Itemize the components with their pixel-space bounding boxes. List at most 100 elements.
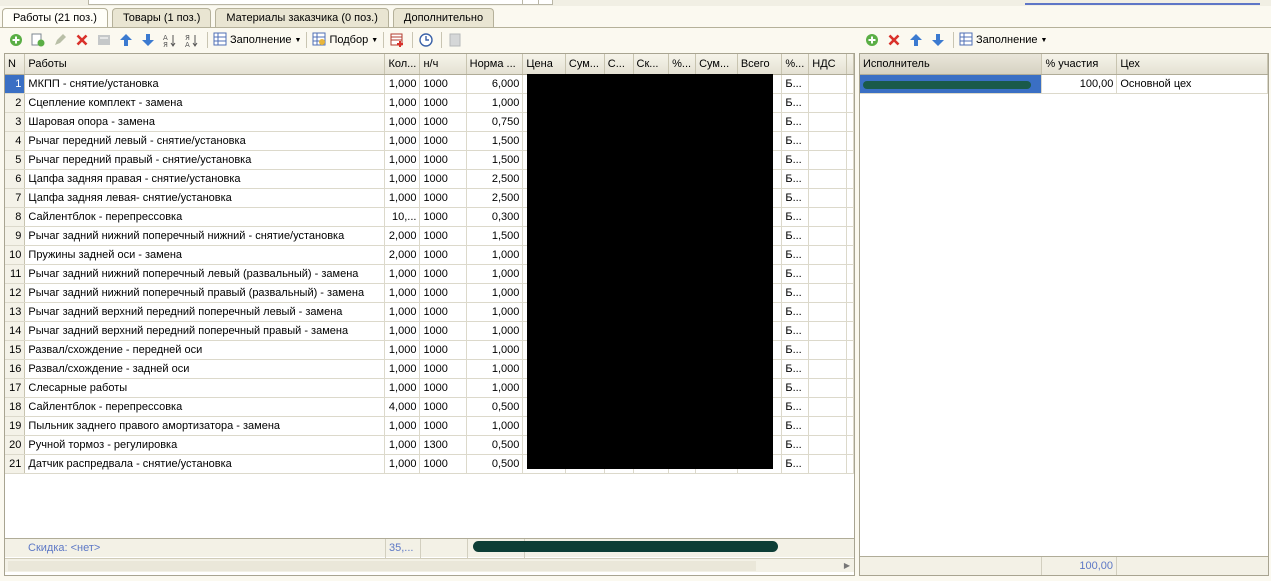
add-button[interactable] <box>6 31 26 49</box>
work-name-cell[interactable]: Ручной тормоз - регулировка <box>24 435 386 455</box>
top-field[interactable] <box>88 0 553 5</box>
column-header-12[interactable]: %... <box>781 54 810 75</box>
hour-rate-cell[interactable]: 1000 <box>419 302 467 322</box>
extra-cell[interactable] <box>846 131 854 151</box>
extra-cell[interactable] <box>846 435 854 455</box>
row-number-cell[interactable]: 21 <box>5 454 26 474</box>
work-name-cell[interactable]: Рычаг передний правый - снятие/установка <box>24 150 386 170</box>
top-field-button-2[interactable] <box>538 0 553 5</box>
row-number-cell[interactable]: 18 <box>5 397 26 417</box>
vat-cell[interactable] <box>808 416 847 436</box>
norm-cell[interactable]: 0,300 <box>466 207 524 227</box>
column-header-8[interactable]: Ск... <box>633 54 670 75</box>
hour-rate-cell[interactable]: 1000 <box>419 207 467 227</box>
vat-cell[interactable] <box>808 169 847 189</box>
norm-cell[interactable]: 0,500 <box>466 454 524 474</box>
extra-cell[interactable] <box>846 454 854 474</box>
works-horizontal-scrollbar[interactable]: ◀ ▶ <box>5 558 854 572</box>
hour-rate-cell[interactable]: 1000 <box>419 397 467 417</box>
vat-cell[interactable] <box>808 226 847 246</box>
quantity-cell[interactable]: 1,000 <box>384 359 421 379</box>
tab-goods[interactable]: Товары (1 поз.) <box>111 8 212 27</box>
executor-delete-button[interactable] <box>884 31 904 49</box>
work-name-cell[interactable]: Рычаг передний левый - снятие/установка <box>24 131 386 151</box>
scrollbar-thumb[interactable] <box>8 561 756 571</box>
executor-shop-cell[interactable]: Основной цех <box>1116 74 1268 94</box>
quantity-cell[interactable]: 1,000 <box>384 188 421 208</box>
extra-cell[interactable] <box>846 169 854 189</box>
hour-rate-cell[interactable]: 1000 <box>419 150 467 170</box>
quantity-cell[interactable]: 1,000 <box>384 340 421 360</box>
move-up-button[interactable] <box>116 31 136 49</box>
hour-rate-cell[interactable]: 1000 <box>419 188 467 208</box>
vat-rate-cell[interactable]: Б... <box>781 93 810 113</box>
add-from-list-button[interactable] <box>387 31 407 49</box>
row-number-cell[interactable]: 12 <box>5 283 26 303</box>
vat-rate-cell[interactable]: Б... <box>781 245 810 265</box>
column-header-executor[interactable]: Исполнитель <box>860 54 1043 75</box>
vat-rate-cell[interactable]: Б... <box>781 188 810 208</box>
sort-asc-button[interactable]: AЯ <box>160 31 180 49</box>
vat-rate-cell[interactable]: Б... <box>781 283 810 303</box>
quantity-cell[interactable]: 10,... <box>384 207 421 227</box>
hour-rate-cell[interactable]: 1000 <box>419 169 467 189</box>
vat-cell[interactable] <box>808 435 847 455</box>
extra-cell[interactable] <box>846 226 854 246</box>
column-header-shop[interactable]: Цех <box>1116 54 1268 75</box>
norm-cell[interactable]: 2,500 <box>466 169 524 189</box>
norm-cell[interactable]: 2,500 <box>466 188 524 208</box>
norm-cell[interactable]: 1,000 <box>466 93 524 113</box>
tab-works[interactable]: Работы (21 поз.) <box>2 8 108 28</box>
hour-rate-cell[interactable]: 1000 <box>419 226 467 246</box>
vat-rate-cell[interactable]: Б... <box>781 435 810 455</box>
extra-cell[interactable] <box>846 397 854 417</box>
work-name-cell[interactable]: Сайлентблок - перепрессовка <box>24 397 386 417</box>
vat-cell[interactable] <box>808 188 847 208</box>
vat-rate-cell[interactable]: Б... <box>781 150 810 170</box>
vat-cell[interactable] <box>808 207 847 227</box>
vat-cell[interactable] <box>808 131 847 151</box>
row-number-cell[interactable]: 14 <box>5 321 26 341</box>
vat-rate-cell[interactable]: Б... <box>781 321 810 341</box>
norm-cell[interactable]: 1,000 <box>466 321 524 341</box>
norm-cell[interactable]: 1,500 <box>466 131 524 151</box>
norm-cell[interactable]: 1,000 <box>466 283 524 303</box>
hour-rate-cell[interactable]: 1000 <box>419 454 467 474</box>
quantity-cell[interactable]: 1,000 <box>384 112 421 132</box>
time-button[interactable] <box>416 31 436 49</box>
norm-cell[interactable]: 1,000 <box>466 416 524 436</box>
executor-name-cell[interactable] <box>860 74 1043 94</box>
row-number-cell[interactable]: 13 <box>5 302 26 322</box>
hour-rate-cell[interactable]: 1000 <box>419 74 467 94</box>
work-name-cell[interactable]: Сцепление комплект - замена <box>24 93 386 113</box>
column-header-1[interactable]: Работы <box>24 54 386 75</box>
extra-cell[interactable] <box>846 321 854 341</box>
norm-cell[interactable]: 0,500 <box>466 397 524 417</box>
hour-rate-cell[interactable]: 1000 <box>419 112 467 132</box>
delete-button[interactable] <box>72 31 92 49</box>
quantity-cell[interactable]: 1,000 <box>384 283 421 303</box>
quantity-cell[interactable]: 1,000 <box>384 264 421 284</box>
quantity-cell[interactable]: 1,000 <box>384 74 421 94</box>
vat-rate-cell[interactable]: Б... <box>781 74 810 94</box>
work-name-cell[interactable]: Слесарные работы <box>24 378 386 398</box>
extra-cell[interactable] <box>846 302 854 322</box>
hour-rate-cell[interactable]: 1000 <box>419 131 467 151</box>
print-button[interactable] <box>445 31 465 49</box>
norm-cell[interactable]: 0,750 <box>466 112 524 132</box>
row-number-cell[interactable]: 10 <box>5 245 26 265</box>
quantity-cell[interactable]: 1,000 <box>384 416 421 436</box>
vat-rate-cell[interactable]: Б... <box>781 359 810 379</box>
column-header-2[interactable]: Кол... <box>384 54 421 75</box>
column-header-4[interactable]: Норма ... <box>466 54 524 75</box>
edit-button[interactable] <box>50 31 70 49</box>
quantity-cell[interactable]: 1,000 <box>384 131 421 151</box>
work-name-cell[interactable]: Датчик распредвала - снятие/установка <box>24 454 386 474</box>
row-number-cell[interactable]: 3 <box>5 112 26 132</box>
extra-cell[interactable] <box>846 416 854 436</box>
extra-cell[interactable] <box>846 340 854 360</box>
hour-rate-cell[interactable]: 1000 <box>419 93 467 113</box>
column-header-percent[interactable]: % участия <box>1041 54 1118 75</box>
vat-rate-cell[interactable]: Б... <box>781 302 810 322</box>
work-name-cell[interactable]: Пыльник заднего правого амортизатора - з… <box>24 416 386 436</box>
